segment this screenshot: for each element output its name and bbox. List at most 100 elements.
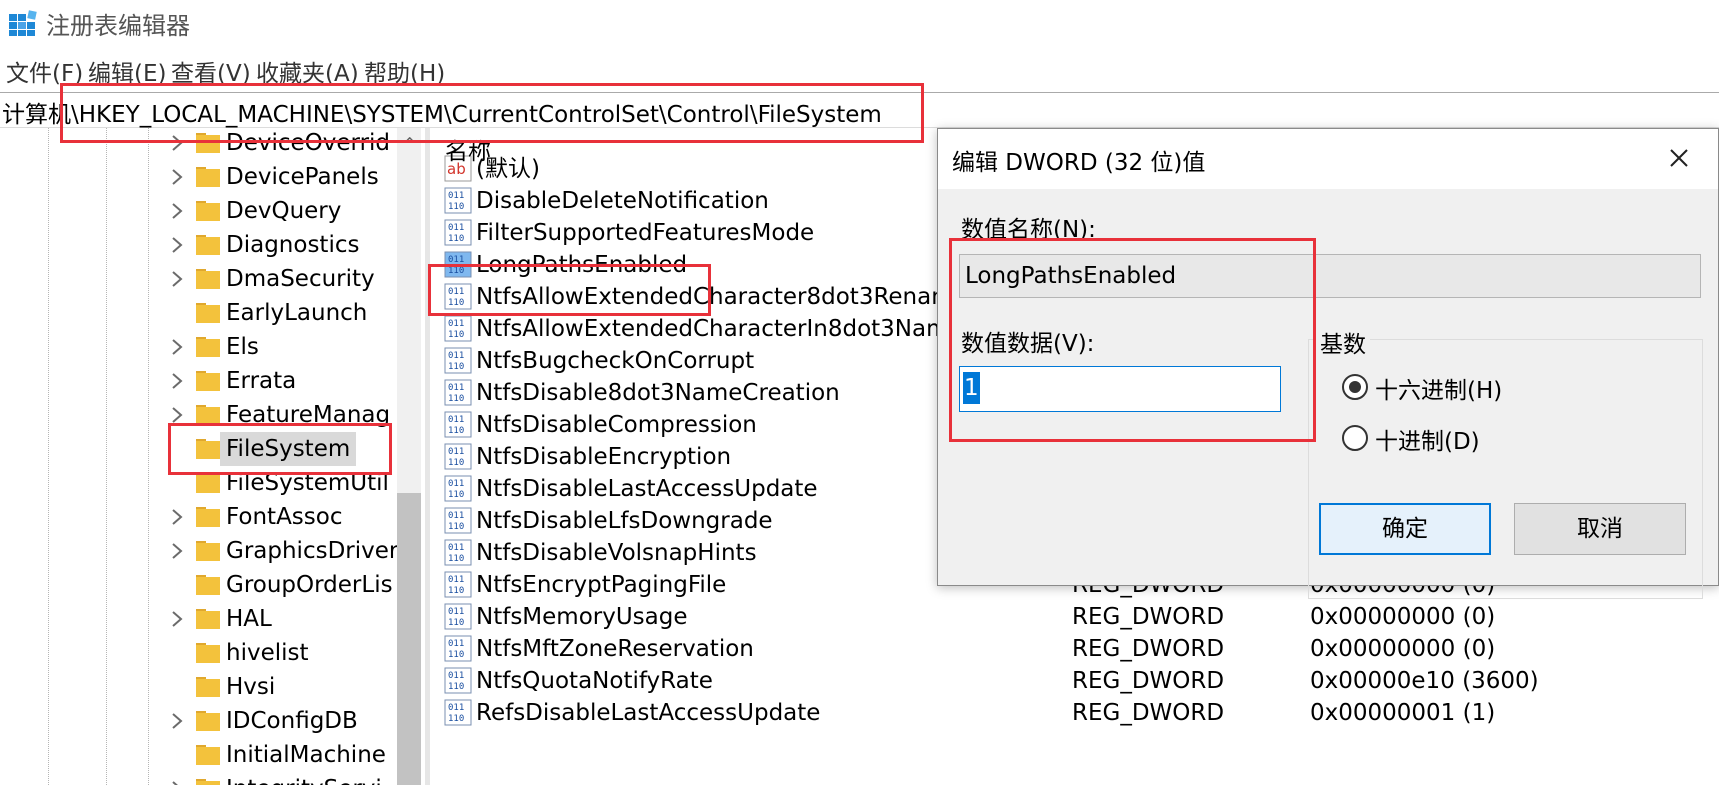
tree-item-label[interactable]: DevQuery [226, 194, 341, 228]
tree-item-label[interactable]: EarlyLaunch [226, 296, 367, 330]
value-data: 0x00000000 (0) [1310, 636, 1496, 662]
close-icon[interactable] [1664, 143, 1694, 173]
svg-text:011: 011 [448, 671, 464, 681]
tree-item-label[interactable]: hivelist [226, 636, 309, 670]
hex-radio-label[interactable]: 十六进制(H) [1375, 371, 1502, 405]
highlight-frame-filesystem [168, 423, 392, 475]
value-name[interactable]: NtfsDisableCompression [476, 408, 757, 443]
value-data: 0x00000e10 (3600) [1310, 668, 1539, 694]
tree-item-label[interactable]: IntegrityServi [226, 772, 382, 785]
tree-item-label[interactable]: IDConfigDB [226, 704, 358, 738]
value-name[interactable]: FilterSupportedFeaturesMode [476, 216, 814, 251]
value-data: 0x00000000 (0) [1310, 604, 1496, 630]
base-label: 基数 [1316, 325, 1370, 359]
tree-item-label[interactable]: HAL [226, 602, 272, 636]
svg-text:011: 011 [448, 575, 464, 585]
tree-item[interactable]: InitialMachine [0, 738, 400, 772]
tree-item[interactable]: Diagnostics [0, 228, 400, 262]
tree-item[interactable]: Errata [0, 364, 400, 398]
value-name[interactable]: NtfsDisableLfsDowngrade [476, 504, 773, 539]
pane-splitter[interactable] [425, 128, 430, 785]
tree-item-label[interactable]: Hvsi [226, 670, 275, 704]
chevron-right-icon[interactable] [170, 406, 184, 424]
chevron-right-icon[interactable] [170, 610, 184, 628]
tree-item[interactable]: FontAssoc [0, 500, 400, 534]
value-name[interactable]: NtfsEncryptPagingFile [476, 568, 726, 603]
dec-radio[interactable] [1342, 425, 1368, 451]
title-bar: 注册表编辑器 [0, 0, 1719, 44]
value-name[interactable]: NtfsBugcheckOnCorrupt [476, 344, 754, 379]
tree-item[interactable]: DevQuery [0, 194, 400, 228]
tree-item-label[interactable]: Els [226, 330, 259, 364]
chevron-right-icon[interactable] [170, 202, 184, 220]
dword-value-icon: 011110 [444, 219, 472, 246]
svg-text:011: 011 [448, 479, 464, 489]
base-groupbox [1308, 339, 1703, 599]
dec-radio-label[interactable]: 十进制(D) [1375, 422, 1480, 456]
tree-item-label[interactable]: DmaSecurity [226, 262, 375, 296]
svg-text:110: 110 [448, 650, 464, 660]
tree-item[interactable]: HAL [0, 602, 400, 636]
tree-item[interactable]: hivelist [0, 636, 400, 670]
chevron-right-icon[interactable] [170, 338, 184, 356]
hex-radio[interactable] [1342, 374, 1368, 400]
tree-item-label[interactable]: InitialMachine [226, 738, 386, 772]
value-name[interactable]: NtfsAllowExtendedCharacterIn8dot3Nam [476, 312, 949, 347]
value-name[interactable]: NtfsDisable8dot3NameCreation [476, 376, 840, 411]
folder-icon [196, 405, 220, 425]
chevron-right-icon[interactable] [170, 372, 184, 390]
tree-item[interactable]: EarlyLaunch [0, 296, 400, 330]
folder-icon [196, 201, 220, 221]
dialog-title-bar: 编辑 DWORD (32 位)值 [938, 129, 1718, 189]
chevron-right-icon[interactable] [170, 712, 184, 730]
svg-text:011: 011 [448, 447, 464, 457]
dword-value-icon: 011110 [444, 187, 472, 214]
value-name[interactable]: DisableDeleteNotification [476, 184, 769, 219]
tree-item[interactable]: DmaSecurity [0, 262, 400, 296]
chevron-right-icon[interactable] [170, 168, 184, 186]
svg-text:110: 110 [448, 490, 464, 500]
tree-item-label[interactable]: DevicePanels [226, 160, 379, 194]
value-name[interactable]: NtfsDisableEncryption [476, 440, 731, 475]
tree-item[interactable]: DevicePanels [0, 160, 400, 194]
tree-item-label[interactable]: Diagnostics [226, 228, 359, 262]
chevron-right-icon[interactable] [170, 508, 184, 526]
folder-icon [196, 337, 220, 357]
tree-item-label[interactable]: GraphicsDriver [226, 534, 398, 568]
value-name[interactable]: NtfsQuotaNotifyRate [476, 664, 713, 699]
tree-item[interactable]: GraphicsDriver [0, 534, 400, 568]
chevron-right-icon[interactable] [170, 270, 184, 288]
value-row[interactable]: 011 110 NtfsMftZoneReservation REG_DWORD 0x0… [440, 632, 1719, 667]
value-name[interactable]: NtfsDisableVolsnapHints [476, 536, 757, 571]
value-row[interactable]: 011 110 NtfsMemoryUsage REG_DWORD 0x00000000… [440, 600, 1719, 635]
chevron-right-icon[interactable] [170, 236, 184, 254]
tree-scrollbar-thumb[interactable] [397, 493, 421, 785]
svg-text:110: 110 [448, 522, 464, 532]
tree-item-label[interactable]: GroupOrderLis [226, 568, 393, 602]
dword-value-icon: 011110 [444, 379, 472, 406]
value-name[interactable]: NtfsMftZoneReservation [476, 632, 754, 667]
value-name[interactable]: RefsDisableLastAccessUpdate [476, 696, 820, 731]
svg-text:110: 110 [448, 714, 464, 724]
tree-item[interactable]: Els [0, 330, 400, 364]
cancel-button[interactable]: 取消 [1514, 503, 1686, 555]
value-row[interactable]: 011 110 RefsDisableLastAccessUpdate REG_DWO… [440, 696, 1719, 731]
chevron-right-icon[interactable] [170, 542, 184, 560]
ok-button[interactable]: 确定 [1319, 503, 1491, 555]
value-name[interactable]: NtfsMemoryUsage [476, 600, 688, 635]
value-name[interactable]: NtfsDisableLastAccessUpdate [476, 472, 818, 507]
tree-item-label[interactable]: Errata [226, 364, 296, 398]
tree-item[interactable]: Hvsi [0, 670, 400, 704]
tree-item-label[interactable]: FontAssoc [226, 500, 343, 534]
svg-text:011: 011 [448, 543, 464, 553]
tree-item[interactable]: IntegrityServi [0, 772, 400, 785]
tree-item[interactable]: IDConfigDB [0, 704, 400, 738]
svg-text:011: 011 [448, 639, 464, 649]
tree-item[interactable]: GroupOrderLis [0, 568, 400, 602]
folder-icon [196, 677, 220, 697]
chevron-right-icon[interactable] [170, 780, 184, 785]
value-row[interactable]: 011 110 NtfsQuotaNotifyRate REG_DWORD 0x0000… [440, 664, 1719, 699]
dword-value-icon: 011110 [444, 667, 472, 694]
folder-icon [196, 541, 220, 561]
folder-icon [196, 711, 220, 731]
